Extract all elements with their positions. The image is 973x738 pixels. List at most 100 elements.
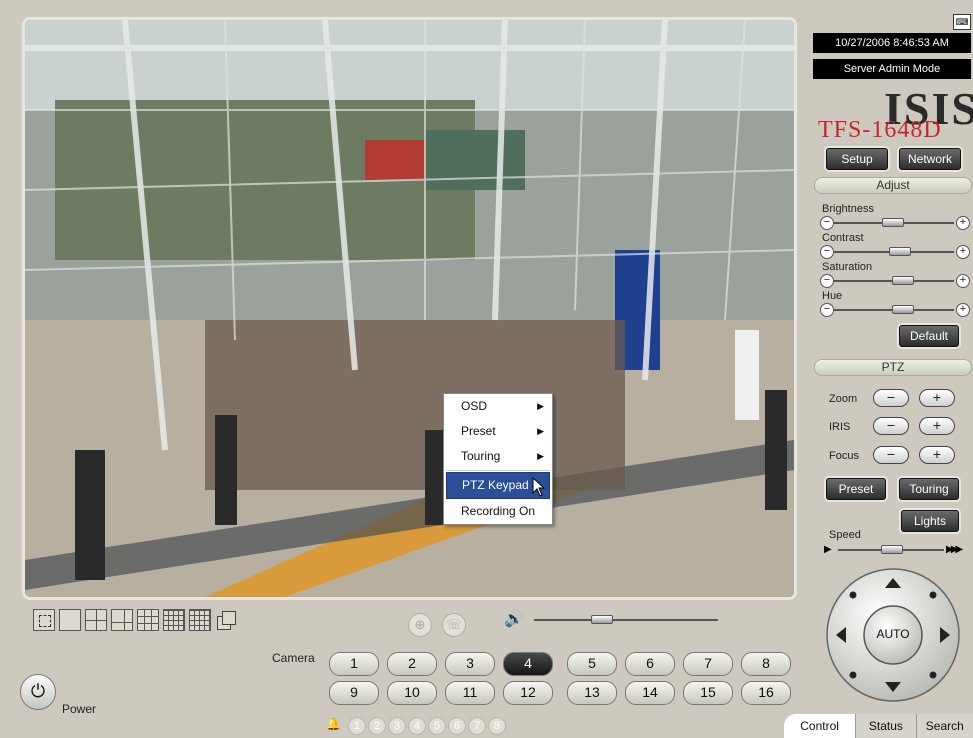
ptz-header: PTZ — [814, 359, 972, 376]
slider-knob[interactable] — [882, 218, 904, 227]
alarm-indicator-8: 8 — [488, 717, 506, 735]
volume-slider[interactable] — [534, 613, 718, 627]
camera-button-5[interactable]: 5 — [567, 652, 617, 676]
snapshot-icon[interactable]: ⊕ — [408, 613, 432, 637]
layout-4-icon[interactable] — [85, 609, 107, 631]
sequence-icon[interactable] — [215, 609, 237, 631]
slider-knob[interactable] — [881, 545, 903, 554]
camera-button-10[interactable]: 10 — [387, 681, 437, 705]
slider-knob[interactable] — [892, 276, 914, 285]
minus-icon[interactable]: − — [820, 303, 834, 317]
power-label: Power — [62, 702, 97, 716]
alarm-indicator-4: 4 — [408, 717, 426, 735]
zoom-out-button[interactable]: − — [873, 389, 909, 407]
submenu-arrow-icon: ▶ — [537, 401, 544, 411]
auto-button[interactable]: AUTO — [870, 627, 916, 641]
power-icon[interactable]: ⏻ — [20, 674, 56, 710]
hue-label: Hue — [822, 290, 843, 302]
camera-button-8[interactable]: 8 — [741, 652, 791, 676]
slider-knob[interactable] — [889, 247, 911, 256]
speaker-icon[interactable]: 🔊 — [504, 609, 524, 629]
camera-button-9[interactable]: 9 — [329, 681, 379, 705]
zoom-in-button[interactable]: + — [919, 389, 955, 407]
datetime-display: 10/27/2006 8:46:53 AM — [813, 33, 971, 53]
alarm-indicator-2: 2 — [368, 717, 386, 735]
contrast-slider[interactable]: − + — [820, 245, 970, 259]
keyboard-icon[interactable]: ⌨ — [953, 14, 971, 30]
plus-icon[interactable]: + — [956, 245, 970, 259]
iris-close-button[interactable]: − — [873, 417, 909, 435]
plus-icon[interactable]: + — [956, 303, 970, 317]
camera-button-14[interactable]: 14 — [625, 681, 675, 705]
brightness-slider[interactable]: − + — [820, 216, 970, 230]
plus-icon[interactable]: + — [956, 274, 970, 288]
slider-knob[interactable] — [892, 305, 914, 314]
menu-separator — [446, 470, 550, 471]
tab-search[interactable]: Search — [915, 714, 973, 738]
fullscreen-icon[interactable] — [33, 609, 55, 631]
camera-button-12[interactable]: 12 — [503, 681, 553, 705]
saturation-slider[interactable]: − + — [820, 274, 970, 288]
ptz-direction-pad[interactable]: AUTO — [824, 566, 962, 704]
hue-slider[interactable]: − + — [820, 303, 970, 317]
video-view[interactable] — [22, 17, 797, 600]
setup-button[interactable]: Setup — [826, 148, 888, 170]
default-button[interactable]: Default — [899, 325, 959, 347]
layout-9-icon[interactable] — [137, 609, 159, 631]
alarm-indicator-6: 6 — [448, 717, 466, 735]
layout-6-icon[interactable] — [111, 609, 133, 631]
tab-control[interactable]: Control — [784, 714, 856, 738]
model-name: TFS-1648D — [818, 117, 942, 143]
layout-toolbar — [33, 609, 237, 633]
camera-button-2[interactable]: 2 — [387, 652, 437, 676]
touring-button[interactable]: Touring — [899, 478, 959, 500]
iris-open-button[interactable]: + — [919, 417, 955, 435]
camera-button-11[interactable]: 11 — [445, 681, 495, 705]
preset-button[interactable]: Preset — [826, 478, 886, 500]
camera-button-15[interactable]: 15 — [683, 681, 733, 705]
camera-button-7[interactable]: 7 — [683, 652, 733, 676]
menu-item-osd[interactable]: OSD ▶ — [444, 394, 552, 419]
minus-icon[interactable]: − — [820, 274, 834, 288]
camera-label: Camera — [272, 651, 315, 665]
menu-item-touring[interactable]: Touring ▶ — [444, 444, 552, 469]
layout-10-icon[interactable] — [163, 609, 185, 631]
fast-icon: ▶▶▶ — [946, 544, 963, 555]
alarm-indicator-7: 7 — [468, 717, 486, 735]
alarm-indicator-5: 5 — [428, 717, 446, 735]
submenu-arrow-icon: ▶ — [537, 426, 544, 436]
tab-bar: Control Status Search — [784, 714, 973, 738]
camera-button-3[interactable]: 3 — [445, 652, 495, 676]
slow-icon: ▶ — [824, 544, 832, 555]
submenu-arrow-icon: ▶ — [537, 451, 544, 461]
camera-button-13[interactable]: 13 — [567, 681, 617, 705]
plus-icon[interactable]: + — [956, 216, 970, 230]
network-button[interactable]: Network — [899, 148, 961, 170]
camera-button-6[interactable]: 6 — [625, 652, 675, 676]
minus-icon[interactable]: − — [820, 245, 834, 259]
camera-button-1[interactable]: 1 — [329, 652, 379, 676]
iris-label: IRIS — [829, 421, 851, 433]
intercom-icon[interactable]: ☏ — [442, 613, 466, 637]
speed-label: Speed — [829, 529, 861, 541]
slider-knob[interactable] — [591, 615, 614, 624]
focus-near-button[interactable]: − — [873, 446, 909, 464]
camera-feed-image — [25, 20, 794, 597]
mouse-cursor-icon — [532, 477, 546, 497]
menu-item-preset[interactable]: Preset ▶ — [444, 419, 552, 444]
lights-button[interactable]: Lights — [901, 510, 959, 532]
camera-button-4[interactable]: 4 — [503, 652, 553, 676]
camera-button-16[interactable]: 16 — [741, 681, 791, 705]
layout-1-icon[interactable] — [59, 609, 81, 631]
layout-16-icon[interactable] — [189, 609, 211, 631]
mode-display: Server Admin Mode — [813, 59, 971, 79]
alarm-indicator-1: 1 — [348, 717, 366, 735]
menu-item-recording-on[interactable]: Recording On — [444, 499, 552, 524]
alarm-indicator-3: 3 — [388, 717, 406, 735]
alarm-indicators: 12345678 — [348, 717, 506, 735]
focus-far-button[interactable]: + — [919, 446, 955, 464]
minus-icon[interactable]: − — [820, 216, 834, 230]
context-menu: OSD ▶ Preset ▶ Touring ▶ PTZ Keypad Recordi… — [443, 393, 553, 525]
speed-slider[interactable]: ▶ ▶▶▶ — [824, 543, 966, 557]
tab-status[interactable]: Status — [855, 714, 916, 738]
